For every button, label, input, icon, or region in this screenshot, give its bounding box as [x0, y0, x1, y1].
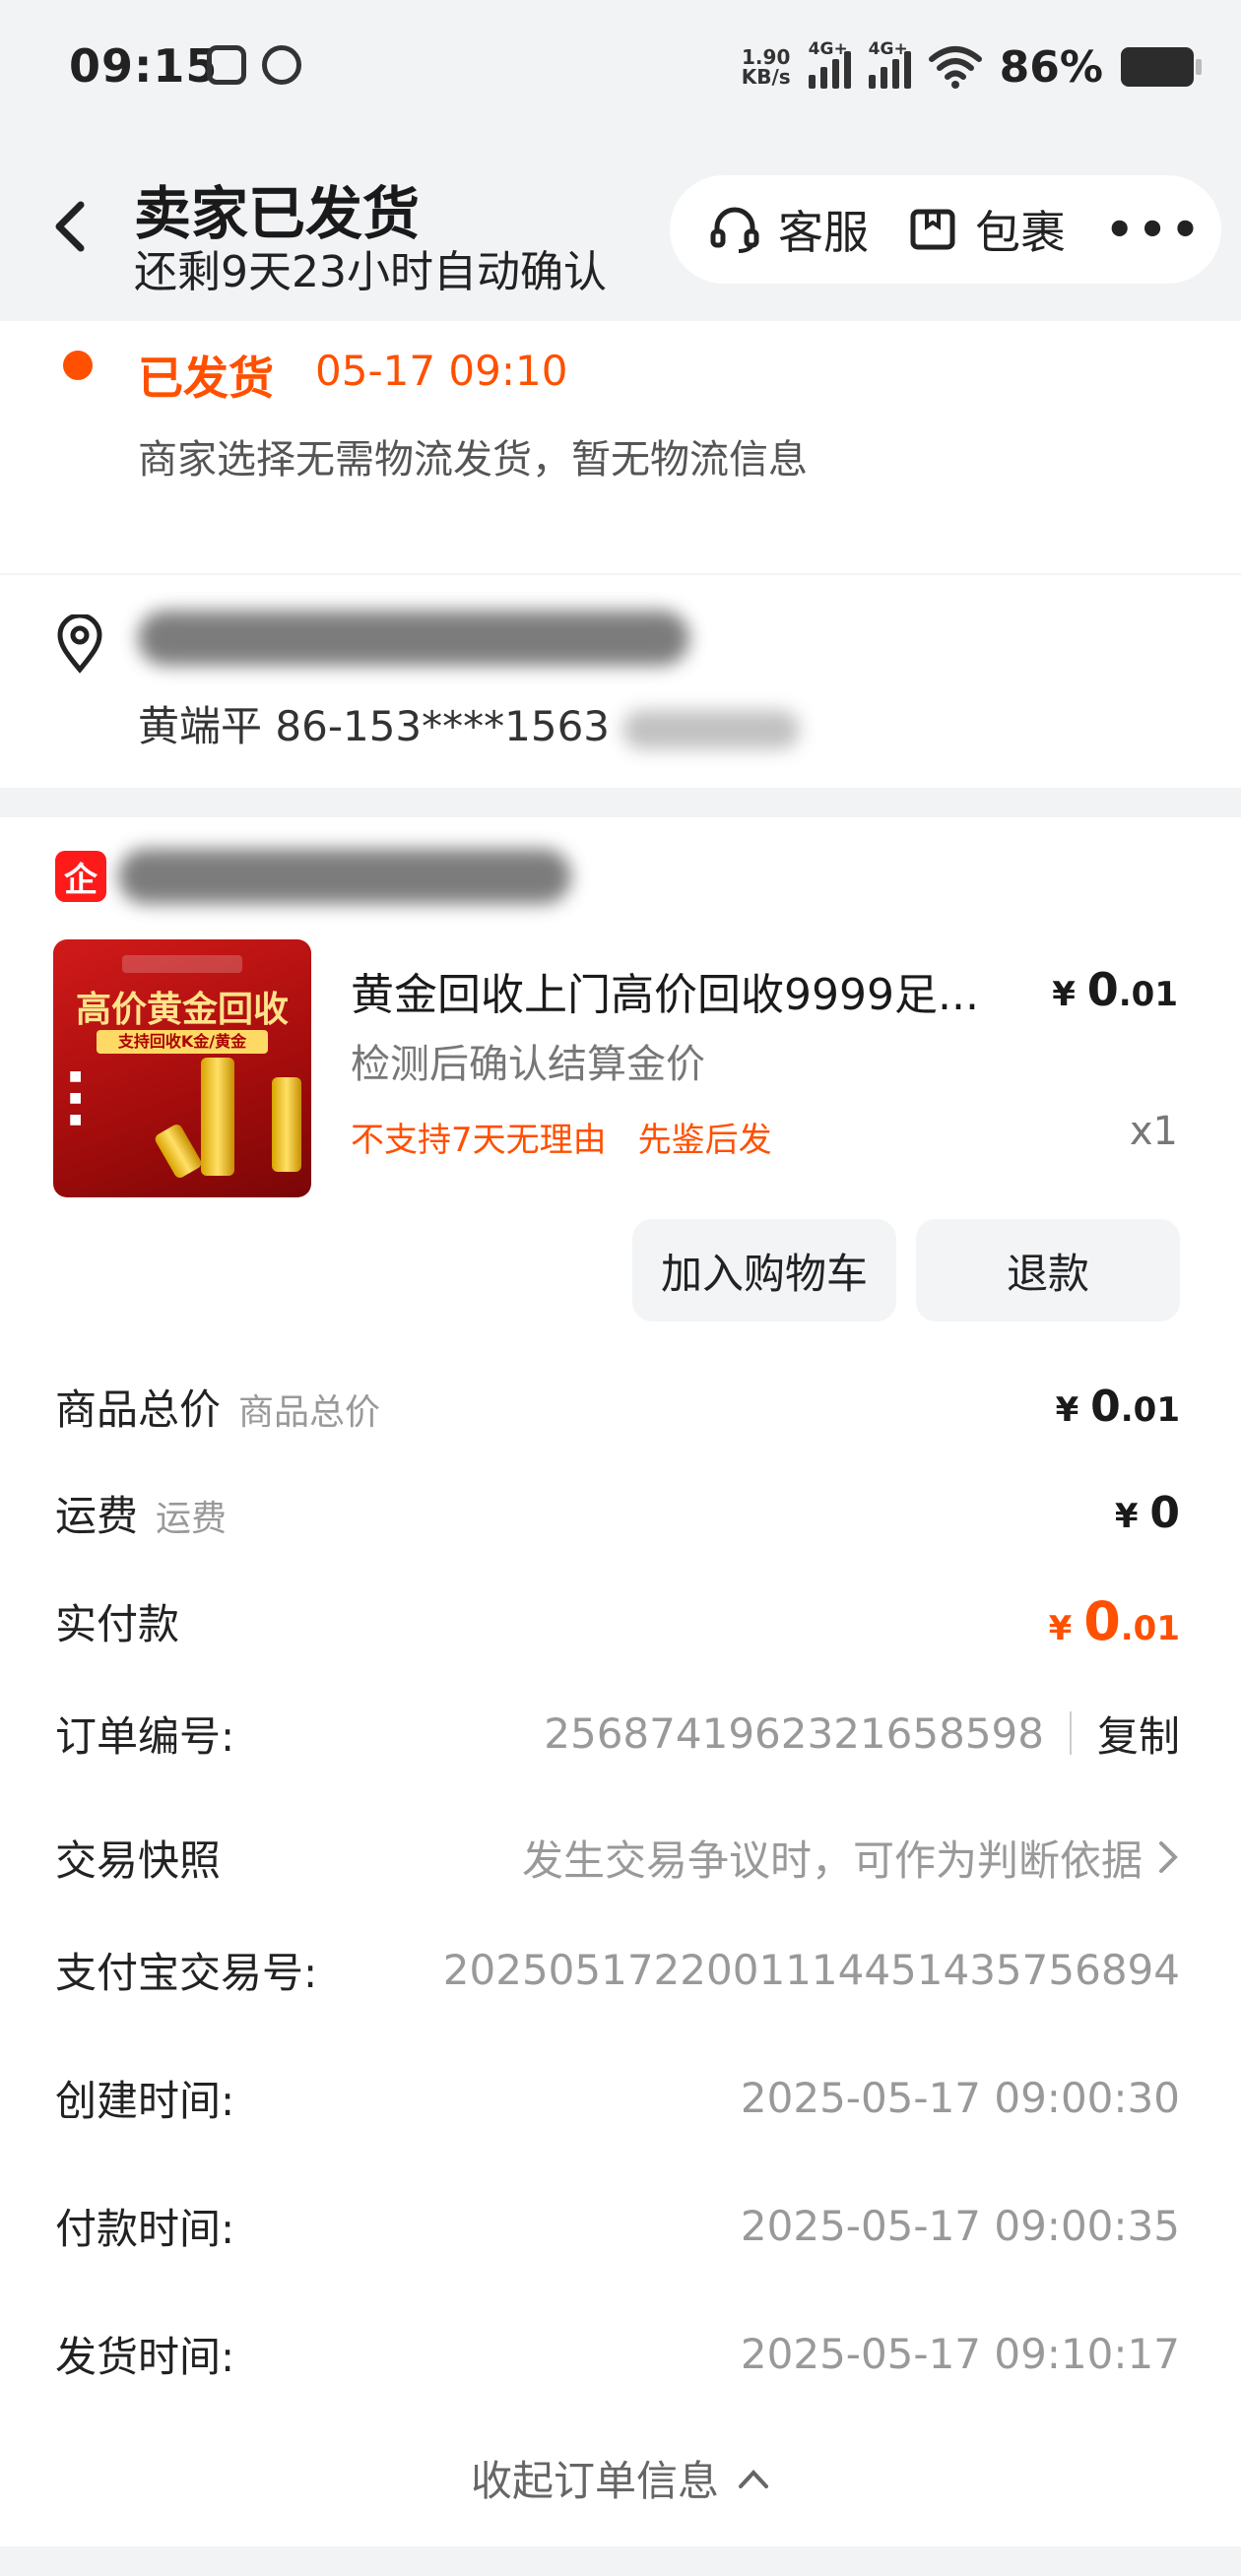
paid-amount-row: 实付款 ¥ 0.01	[55, 1589, 1180, 1652]
shop-header[interactable]: 企	[55, 837, 571, 916]
paid-amount-value: ¥ 0.01	[1048, 1589, 1180, 1652]
wifi-icon	[928, 46, 982, 89]
product-thumbnail[interactable]: 高价黄金回收 支持回收K金/黄金 ■ ■ ■	[53, 939, 311, 1197]
tag-inspect-first: 先鉴后发	[637, 1121, 772, 1160]
order-number: 2568741962321658598	[544, 1708, 1044, 1758]
collapse-order-info-button[interactable]: 收起订单信息	[0, 2448, 1241, 2508]
shipping-time: 05-17 09:10	[315, 347, 568, 395]
battery-percent: 86%	[999, 41, 1103, 93]
chevron-up-icon	[739, 2469, 768, 2488]
shipping-status: 已发货	[138, 352, 274, 405]
package-icon	[910, 209, 955, 250]
status-bar: 09:15 1.90 KB/s 4G+ 4G+ 86%	[0, 0, 1241, 128]
signal-icon: 4G+	[868, 39, 911, 89]
contact-info: 黄端平 86-153****1563	[138, 693, 801, 753]
battery-icon	[1121, 47, 1202, 87]
chat-notification-icon	[262, 45, 301, 85]
order-number-row: 订单编号: 2568741962321658598 复制	[55, 1694, 1180, 1772]
network-speed: 1.90 KB/s	[741, 45, 791, 89]
created-time-row: 创建时间: 2025-05-17 09:00:30	[55, 2073, 1180, 2125]
customer-service-button[interactable]: 客服	[709, 197, 869, 262]
location-pin-icon	[57, 614, 102, 674]
divider	[1069, 1711, 1072, 1755]
address-card[interactable]: 黄端平 86-153****1563	[0, 575, 1241, 788]
signal-icon: 4G+	[808, 39, 851, 89]
tag-no-7day-return: 不支持7天无理由	[351, 1121, 607, 1160]
product-spec: 检测后确认结算金价	[351, 1042, 705, 1087]
shipped-time-row: 发货时间: 2025-05-17 09:10:17	[55, 2329, 1180, 2381]
paid-time: 2025-05-17 09:00:35	[740, 2201, 1180, 2250]
add-to-cart-button[interactable]: 加入购物车	[632, 1219, 896, 1321]
page-header: 卖家已发货 还剩9天23小时自动确认 客服 包裹 •••	[0, 128, 1241, 321]
status-dot-icon	[63, 351, 93, 380]
headset-icon	[710, 207, 759, 253]
package-button[interactable]: 包裹	[908, 197, 1066, 262]
shipped-time: 2025-05-17 09:10:17	[740, 2329, 1180, 2378]
more-icon[interactable]: •••	[1105, 203, 1204, 256]
order-card: 企 高价黄金回收 支持回收K金/黄金 ■ ■ ■ 黄金回收上门高价回收9999足..…	[0, 817, 1241, 2546]
shipping-fee-row: 运费 运费 ¥ 0	[55, 1487, 1180, 1540]
product-name[interactable]: 黄金回收上门高价回收9999足...	[351, 959, 1020, 1022]
shop-logo: 企	[55, 851, 106, 902]
shipping-description: 商家选择无需物流发货，暂无物流信息	[138, 437, 808, 483]
goods-total-row: 商品总价 商品总价 ¥ 0.01	[55, 1381, 1180, 1434]
goods-total-value: ¥ 0.01	[1055, 1381, 1180, 1432]
product-tags: 不支持7天无理由 先鉴后发	[351, 1113, 772, 1161]
snapshot-row[interactable]: 交易快照 发生交易争议时，可作为判断依据	[55, 1818, 1180, 1897]
shipping-fee-value: ¥ 0	[1114, 1487, 1180, 1538]
created-time: 2025-05-17 09:00:30	[740, 2073, 1180, 2122]
product-quantity: x1	[1129, 1109, 1178, 1154]
paid-time-row: 付款时间: 2025-05-17 09:00:35	[55, 2201, 1180, 2253]
product-price: ¥ 0.01	[1052, 963, 1178, 1016]
shipping-status-card[interactable]: 已发货 05-17 09:10 商家选择无需物流发货，暂无物流信息	[0, 321, 1241, 573]
chevron-right-icon	[1159, 1841, 1178, 1873]
header-actions: 客服 包裹 •••	[670, 175, 1221, 284]
refund-button[interactable]: 退款	[916, 1219, 1180, 1321]
back-arrow-icon[interactable]	[43, 197, 102, 256]
alipay-number-row: 支付宝交易号: 2025051722001114451435756894	[55, 1945, 1180, 1997]
auto-confirm-countdown: 还剩9天23小时自动确认	[134, 247, 607, 297]
clock: 09:15	[69, 39, 219, 93]
shop-name-redacted	[118, 849, 571, 904]
address-redacted	[138, 611, 729, 677]
alipay-number: 2025051722001114451435756894	[442, 1945, 1180, 1994]
app-notification-icon	[207, 45, 246, 85]
copy-button[interactable]: 复制	[1097, 1704, 1180, 1764]
